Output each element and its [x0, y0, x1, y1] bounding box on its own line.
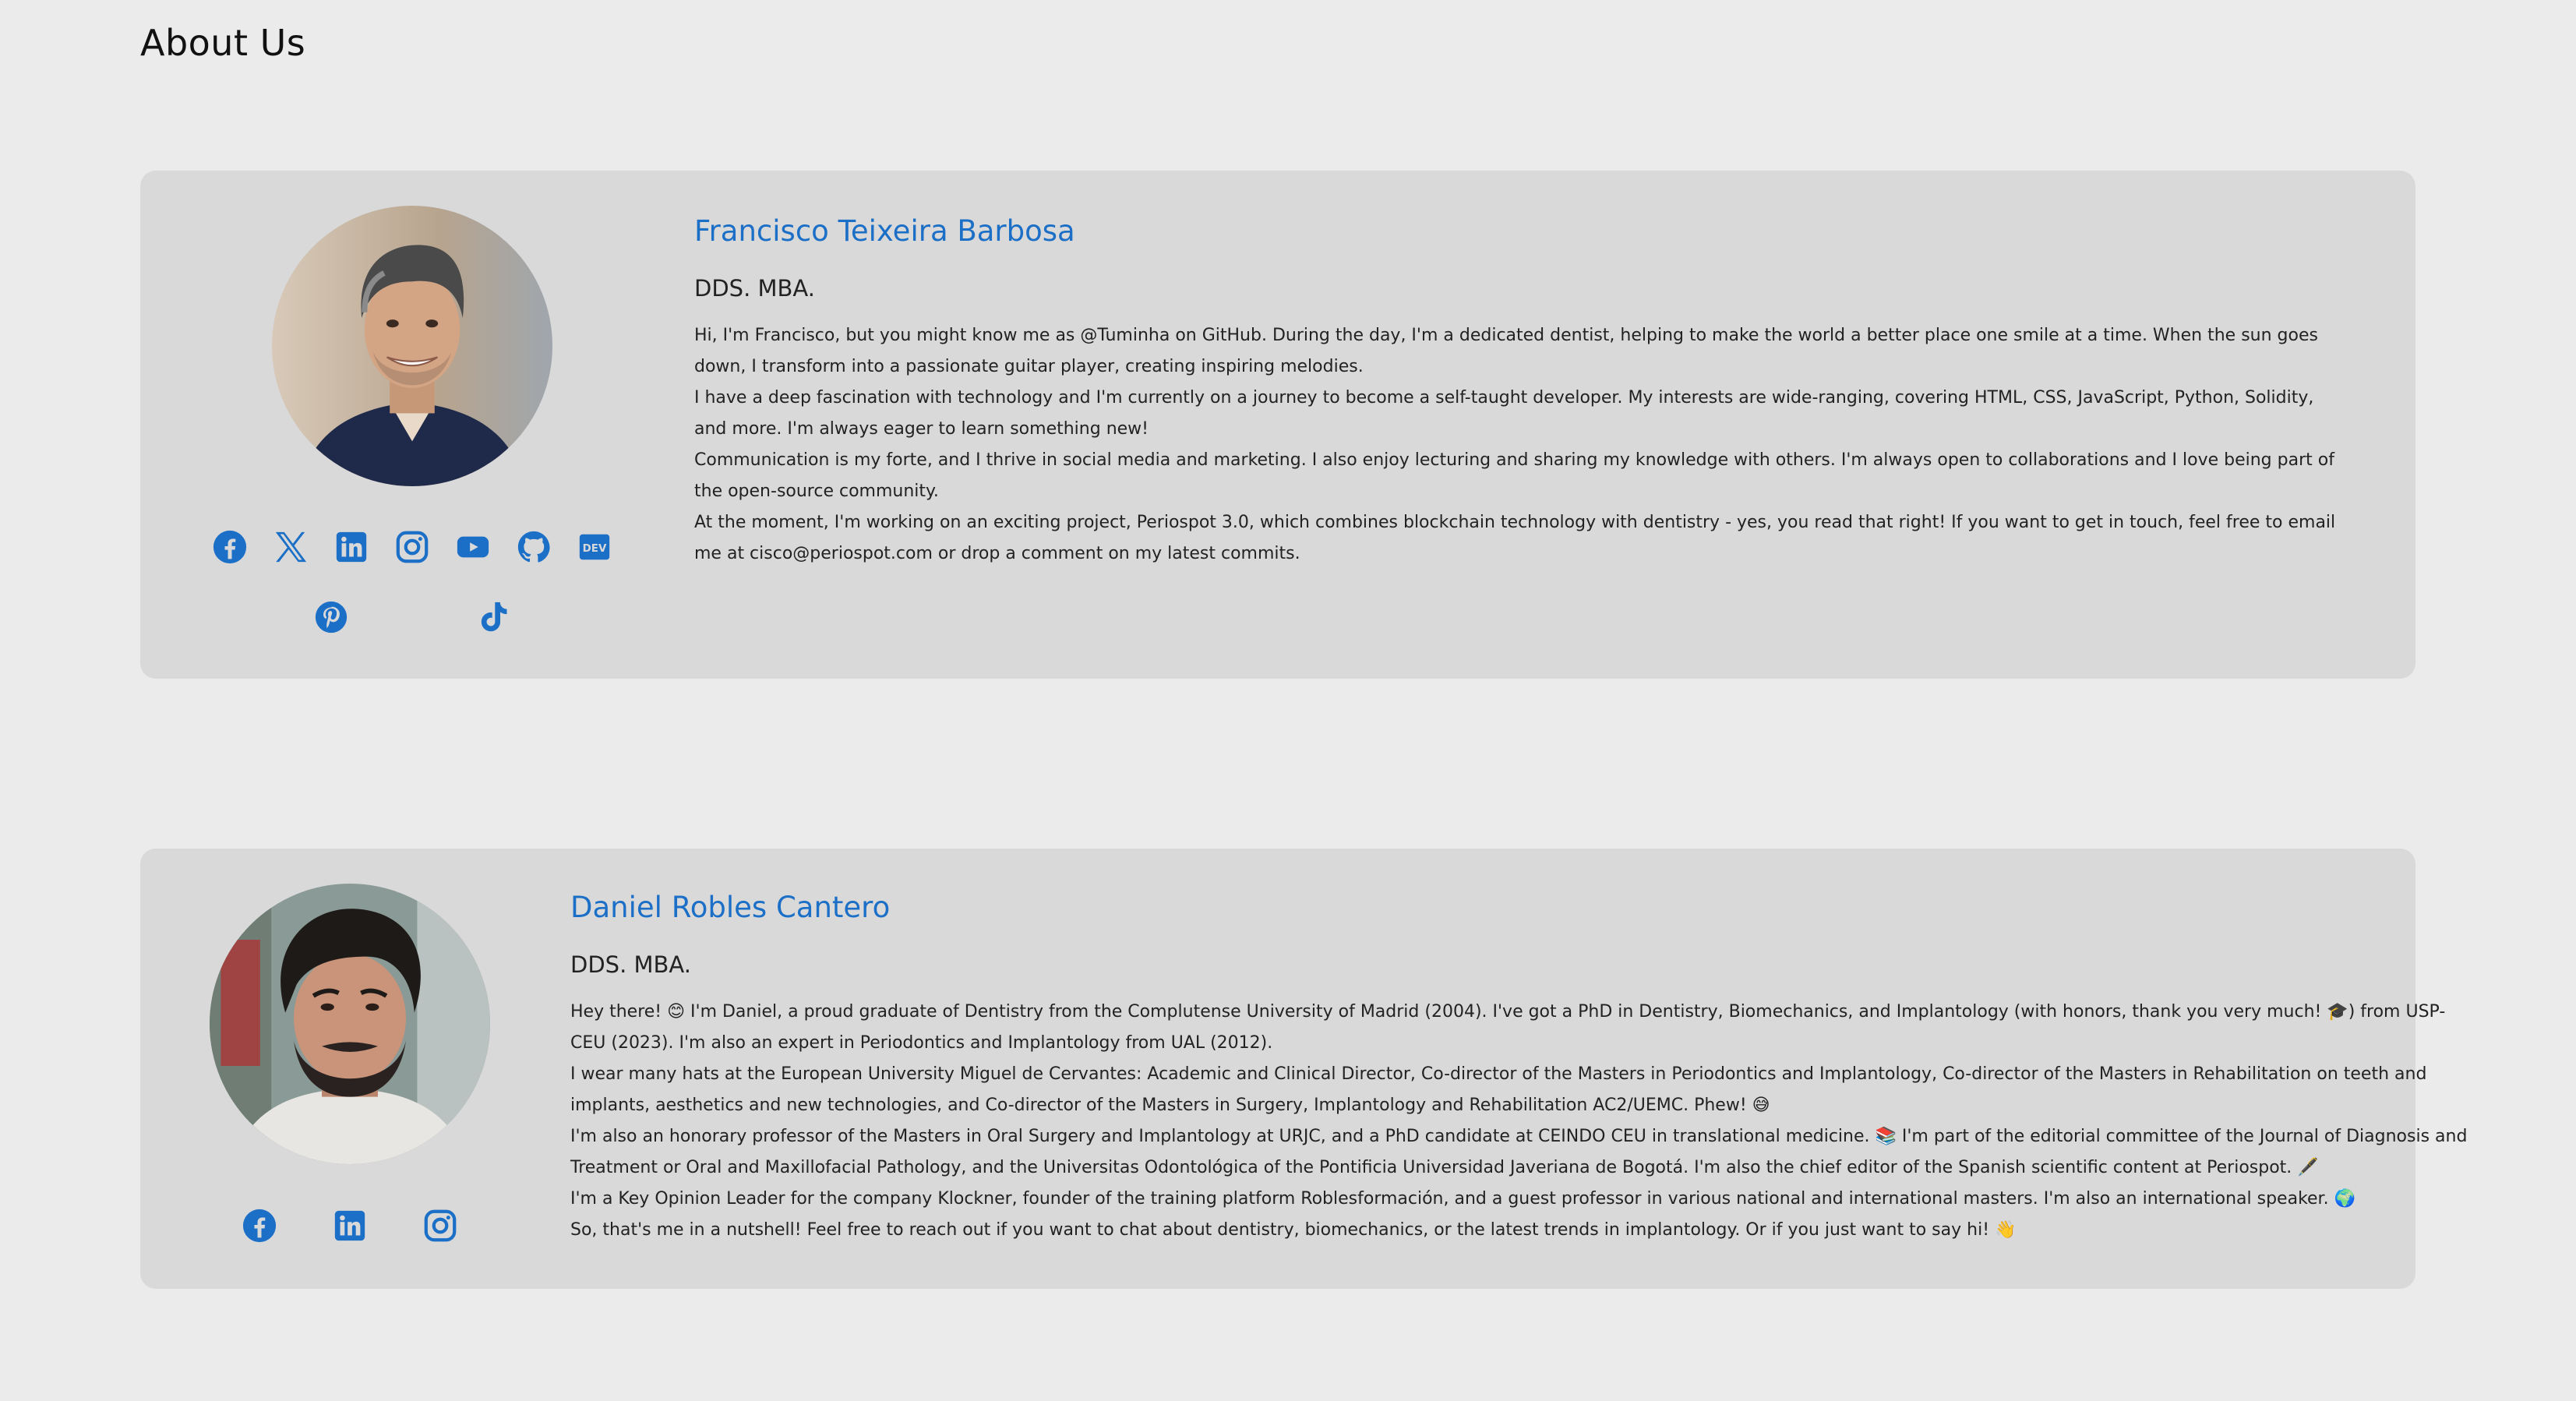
bio-paragraph: So, that's me in a nutshell! Feel free t… — [570, 1220, 2017, 1240]
bio-paragraph: I wear many hats at the European Univers… — [570, 1064, 2427, 1115]
member-name: Daniel Robles Cantero — [570, 891, 891, 924]
profile-photo — [210, 884, 490, 1164]
linkedin-icon[interactable] — [330, 1205, 370, 1246]
profile-photo — [272, 206, 552, 486]
tiktok-icon[interactable] — [473, 597, 513, 637]
svg-text:DEV: DEV — [583, 543, 607, 555]
bio-paragraph: Hey there! 😊 I'm Daniel, a proud graduat… — [570, 1002, 2446, 1053]
member-degree: DDS. MBA. — [694, 275, 815, 302]
bio-paragraph: At the moment, I'm working on an excitin… — [694, 513, 2336, 563]
facebook-icon[interactable] — [239, 1205, 280, 1246]
team-member-card-daniel: Daniel Robles Cantero DDS. MBA. Hey ther… — [140, 849, 2467, 1289]
facebook-icon[interactable] — [210, 527, 250, 567]
instagram-icon[interactable] — [392, 527, 432, 567]
x-icon[interactable] — [270, 527, 311, 567]
page-title: About Us — [140, 22, 306, 64]
dev-icon[interactable]: DEV — [574, 527, 615, 567]
bio-paragraph: I'm also an honorary professor of the Ma… — [570, 1127, 2468, 1177]
pinterest-icon[interactable] — [311, 597, 351, 637]
bio-paragraph: I'm a Key Opinion Leader for the company… — [570, 1189, 2355, 1209]
bio-paragraph: Communication is my forte, and I thrive … — [694, 450, 2334, 501]
youtube-icon[interactable] — [453, 527, 493, 567]
github-icon[interactable] — [513, 527, 554, 567]
avatar — [210, 884, 490, 1164]
linkedin-icon[interactable] — [331, 527, 372, 567]
member-bio: Hey there! 😊 I'm Daniel, a proud graduat… — [570, 997, 2479, 1246]
bio-paragraph: I have a deep fascination with technolog… — [694, 388, 2314, 439]
member-bio: Hi, I'm Francisco, but you might know me… — [694, 320, 2338, 570]
bio-paragraph: Hi, I'm Francisco, but you might know me… — [694, 326, 2318, 376]
team-member-card-francisco: DEV Francisco Teixeira Barbosa DDS. MBA.… — [140, 171, 2415, 679]
instagram-icon[interactable] — [420, 1205, 461, 1246]
member-degree: DDS. MBA. — [570, 951, 691, 978]
avatar — [272, 206, 552, 486]
member-name: Francisco Teixeira Barbosa — [694, 214, 1075, 248]
